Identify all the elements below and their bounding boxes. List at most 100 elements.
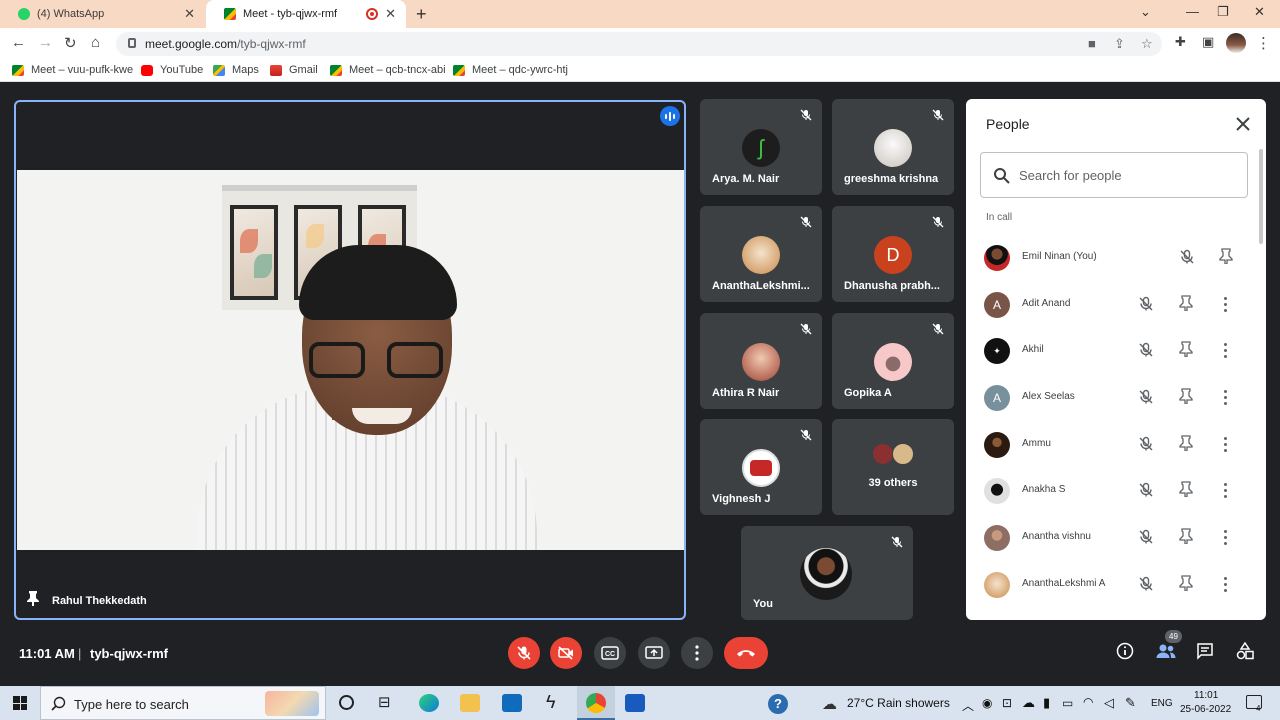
share-icon[interactable]: ⇪: [1114, 36, 1125, 52]
bookmark-star-icon[interactable]: ☆: [1141, 36, 1153, 52]
more-options-button[interactable]: [681, 637, 713, 669]
tray-record-icon[interactable]: ◉: [982, 696, 992, 710]
more-options-icon[interactable]: [1221, 342, 1231, 359]
bookmark-gmail[interactable]: Gmail: [270, 64, 318, 76]
windows-start-icon[interactable]: [13, 696, 27, 710]
people-icon[interactable]: [1156, 642, 1176, 660]
pin-icon[interactable]: [1179, 388, 1193, 405]
more-options-icon[interactable]: [1221, 482, 1231, 499]
pin-icon[interactable]: [1179, 295, 1193, 311]
info-icon[interactable]: [1116, 642, 1134, 660]
search-input[interactable]: [1019, 153, 1239, 197]
mic-toggle-button[interactable]: [508, 637, 540, 669]
weather-text[interactable]: 27°C Rain showers: [847, 696, 950, 710]
activities-icon[interactable]: [1236, 642, 1254, 660]
minimize-button[interactable]: —: [1186, 4, 1199, 19]
tab-meet[interactable]: Meet - tyb-qjwx-rmf ✕: [206, 0, 406, 28]
participant-tile[interactable]: Gopika A: [832, 313, 954, 409]
mail-icon[interactable]: [502, 694, 522, 712]
tray-device-icon[interactable]: ⊡: [1002, 696, 1012, 710]
pin-icon[interactable]: [1179, 481, 1193, 498]
reload-button[interactable]: ↻: [64, 34, 77, 52]
participant-tile[interactable]: Athira R Nair: [700, 313, 822, 409]
tray-chevron-icon[interactable]: ︿: [962, 697, 974, 714]
tab-search-chevron-icon[interactable]: ⌄: [1140, 4, 1151, 20]
home-button[interactable]: ⌂: [91, 34, 100, 51]
onedrive-icon[interactable]: ☁: [1022, 695, 1035, 711]
bookmark-meet-qcb[interactable]: Meet – qcb-tncx-abi: [330, 64, 446, 76]
bookmark-youtube[interactable]: YouTube: [141, 64, 203, 76]
pen-icon[interactable]: ✎: [1125, 695, 1136, 711]
cortana-icon[interactable]: [339, 695, 354, 710]
list-item[interactable]: AnanthaLekshmi A: [966, 561, 1266, 608]
bookmark-maps[interactable]: Maps: [213, 64, 259, 76]
captions-button[interactable]: CC: [594, 637, 626, 669]
list-item[interactable]: Anantha vishnu: [966, 514, 1266, 561]
bookmark-meet-qdc[interactable]: Meet – qdc-ywrc-htj: [453, 64, 568, 76]
taskbar-date[interactable]: 25-06-2022: [1180, 704, 1231, 715]
menu-icon[interactable]: ⋮: [1256, 34, 1271, 52]
list-item[interactable]: Anakha S: [966, 467, 1266, 514]
camera-icon[interactable]: ■: [1088, 36, 1096, 51]
list-item[interactable]: A Adit Anand: [966, 281, 1266, 328]
back-button[interactable]: ←: [11, 34, 26, 51]
others-tile[interactable]: 39 others: [832, 419, 954, 515]
new-tab-button[interactable]: +: [416, 4, 427, 25]
participant-tile[interactable]: D Dhanusha prabh...: [832, 206, 954, 302]
taskbar-chrome-active[interactable]: [577, 686, 615, 720]
pin-icon[interactable]: [1219, 248, 1233, 264]
battery-icon[interactable]: ▭: [1062, 696, 1073, 710]
self-tile[interactable]: You: [741, 526, 913, 620]
pin-icon[interactable]: [1179, 435, 1193, 451]
close-icon[interactable]: [1234, 115, 1252, 133]
language-indicator[interactable]: ENG: [1151, 698, 1173, 709]
more-options-icon[interactable]: [1221, 296, 1231, 312]
list-item[interactable]: Ammu: [966, 421, 1266, 468]
scrollbar[interactable]: [1259, 149, 1263, 244]
pin-icon[interactable]: [1179, 341, 1193, 358]
taskbar-time[interactable]: 11:01: [1194, 690, 1218, 701]
participant-tile[interactable]: ʃ Arya. M. Nair: [700, 99, 822, 195]
list-item[interactable]: ✦ Akhil: [966, 327, 1266, 374]
weather-icon[interactable]: ☁: [822, 695, 837, 713]
edge-icon[interactable]: [419, 694, 439, 712]
pin-icon[interactable]: [1179, 528, 1193, 545]
app-lightning-icon[interactable]: ϟ: [546, 692, 556, 713]
word-icon[interactable]: [625, 694, 645, 712]
file-explorer-icon[interactable]: [460, 694, 480, 712]
side-panel-icon[interactable]: ▣: [1202, 34, 1214, 50]
task-view-icon[interactable]: ⊟: [378, 693, 391, 711]
more-options-icon[interactable]: [1221, 389, 1231, 406]
list-item[interactable]: A Alex Seelas: [966, 374, 1266, 421]
camera-toggle-button[interactable]: [550, 637, 582, 669]
taskbar-search[interactable]: Type here to search: [40, 686, 326, 720]
forward-button[interactable]: →: [38, 34, 53, 51]
volume-icon[interactable]: ◁: [1104, 695, 1114, 711]
mic-tray-icon[interactable]: ▮: [1043, 695, 1050, 711]
main-speaker-tile[interactable]: Rahul Thekkedath: [14, 100, 686, 620]
chat-icon[interactable]: [1196, 642, 1214, 660]
people-search[interactable]: [980, 152, 1248, 198]
url-input[interactable]: meet.google.com/tyb-qjwx-rmf ■ ⇪ ☆: [116, 32, 1162, 56]
list-item[interactable]: Emil Ninan (You): [966, 234, 1266, 281]
maximize-button[interactable]: ❐: [1217, 4, 1229, 20]
participant-tile[interactable]: Vighnesh J: [700, 419, 822, 515]
close-icon[interactable]: ✕: [184, 6, 195, 22]
bookmark-meet-vuu[interactable]: Meet – vuu-pufk-kwe: [12, 64, 133, 76]
pin-icon[interactable]: [26, 590, 40, 606]
present-screen-button[interactable]: [638, 637, 670, 669]
extensions-icon[interactable]: ✚: [1175, 34, 1186, 50]
close-icon[interactable]: ✕: [385, 6, 396, 22]
help-icon[interactable]: ?: [768, 694, 788, 714]
participant-tile[interactable]: AnanthaLekshmi...: [700, 206, 822, 302]
participant-tile[interactable]: greeshma krishna: [832, 99, 954, 195]
pin-icon[interactable]: [1179, 575, 1193, 591]
leave-call-button[interactable]: [724, 637, 768, 669]
profile-avatar[interactable]: [1226, 33, 1246, 53]
more-options-icon[interactable]: [1221, 529, 1231, 546]
close-window-button[interactable]: ✕: [1254, 4, 1265, 20]
more-options-icon[interactable]: [1221, 436, 1231, 452]
wifi-icon[interactable]: ◠: [1083, 695, 1093, 709]
tab-whatsapp[interactable]: (4) WhatsApp ✕: [0, 0, 205, 28]
more-options-icon[interactable]: [1221, 576, 1231, 592]
